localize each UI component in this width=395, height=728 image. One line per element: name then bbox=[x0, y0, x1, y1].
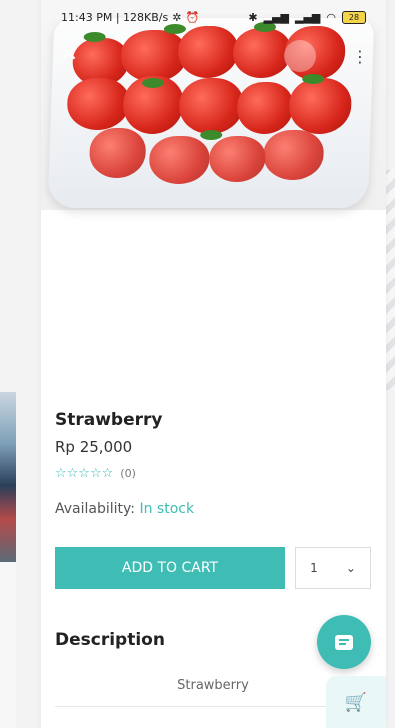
rating: ☆☆☆☆☆ (0) bbox=[55, 466, 375, 481]
status-bar: 11:43 PM | 128KB/s ✲ ⏰ ✱ ▂▄▆ ▂▄▆ ◠ 28 bbox=[41, 0, 386, 34]
availability-label: Availability: bbox=[55, 501, 136, 517]
product-image: 11:43 PM | 128KB/s ✲ ⏰ ✱ ▂▄▆ ▂▄▆ ◠ 28 ✕ … bbox=[41, 0, 386, 210]
product-info: Strawberry Rp 25,000 ☆☆☆☆☆ (0) Availabil… bbox=[55, 410, 375, 517]
quantity-selector[interactable]: 1 ⌄ bbox=[295, 547, 371, 589]
more-vertical-icon[interactable]: ⋮ bbox=[350, 46, 370, 66]
description-text: Strawberry bbox=[177, 678, 249, 693]
alarm-icon: ⏰ bbox=[185, 10, 200, 24]
chevron-down-icon: ⌄ bbox=[345, 561, 356, 575]
background-strip-left bbox=[0, 562, 16, 728]
product-price: Rp 25,000 bbox=[55, 438, 133, 456]
close-icon[interactable]: ✕ bbox=[57, 42, 81, 67]
settings-icon: ✲ bbox=[172, 10, 182, 24]
cart-button[interactable]: 🛒 bbox=[326, 676, 386, 728]
quantity-value: 1 bbox=[310, 561, 318, 575]
signal-icon: ▂▄▆ bbox=[263, 10, 289, 24]
cart-add-icon: 🛒 bbox=[344, 691, 368, 713]
description-heading: Description bbox=[55, 630, 165, 650]
divider bbox=[55, 706, 371, 707]
product-title: Strawberry bbox=[55, 410, 163, 430]
strawberry-box-illustration bbox=[47, 18, 375, 208]
add-to-cart-button[interactable]: ADD TO CART bbox=[55, 547, 285, 589]
chat-icon bbox=[335, 634, 353, 650]
availability: Availability: In stock bbox=[55, 501, 375, 517]
wifi-icon: ◠ bbox=[326, 10, 336, 24]
status-time: 11:43 PM | 128KB/s bbox=[61, 10, 169, 24]
background-photo-left bbox=[0, 392, 16, 562]
star-icon: ☆☆☆☆☆ bbox=[55, 466, 114, 481]
rating-count: (0) bbox=[120, 467, 136, 480]
battery-icon: 28 bbox=[342, 10, 366, 24]
phone-screen: 11:43 PM | 128KB/s ✲ ⏰ ✱ ▂▄▆ ▂▄▆ ◠ 28 ✕ … bbox=[41, 0, 386, 728]
favorite-button[interactable] bbox=[284, 40, 316, 72]
signal-icon: ▂▄▆ bbox=[295, 10, 321, 24]
availability-status: In stock bbox=[139, 501, 195, 517]
bluetooth-icon: ✱ bbox=[248, 10, 258, 24]
chat-button[interactable] bbox=[317, 615, 371, 669]
